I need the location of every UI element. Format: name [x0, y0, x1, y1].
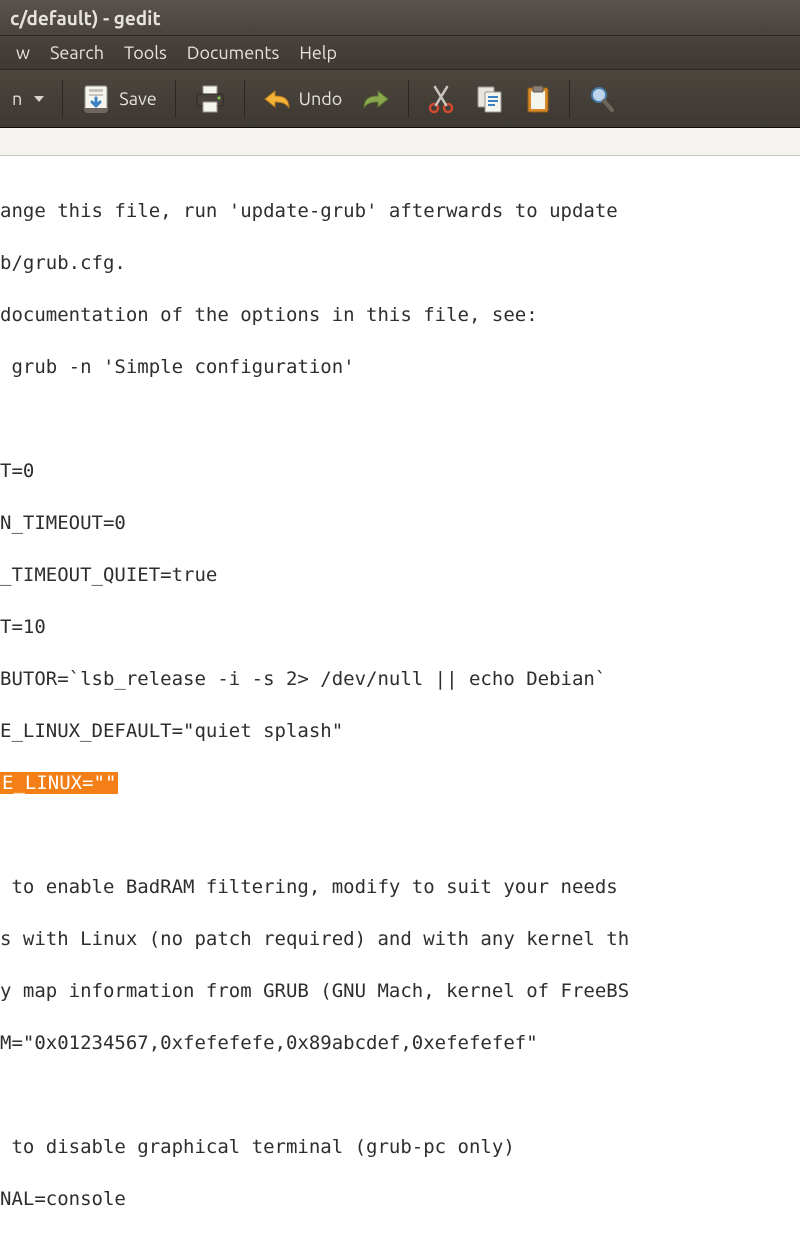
editor-line: to enable BadRAM filtering, modify to su… — [0, 876, 618, 898]
menu-item-search[interactable]: Search — [40, 39, 114, 67]
chevron-down-icon — [34, 96, 44, 102]
print-button[interactable] — [190, 78, 230, 120]
menu-item-tools[interactable]: Tools — [114, 39, 177, 67]
menu-item-help[interactable]: Help — [289, 39, 347, 67]
menu-item-view[interactable]: w — [6, 39, 40, 67]
editor-line: N_TIMEOUT=0 — [0, 512, 126, 534]
editor-line: b/grub.cfg. — [0, 252, 126, 274]
editor-line: T=0 — [0, 460, 34, 482]
editor-line: documentation of the options in this fil… — [0, 304, 538, 326]
save-icon — [81, 84, 111, 114]
redo-button[interactable] — [358, 82, 394, 116]
editor-line: M="0x01234567,0xfefefefe,0x89abcdef,0xef… — [0, 1032, 538, 1054]
toolbar-separator — [244, 80, 245, 118]
toolbar-separator — [175, 80, 176, 118]
scissors-icon — [427, 84, 455, 114]
editor-line: y map information from GRUB (GNU Mach, k… — [0, 980, 629, 1002]
editor-line: to disable graphical terminal (grub-pc o… — [0, 1136, 515, 1158]
save-button[interactable]: Save — [77, 78, 160, 120]
find-button[interactable] — [584, 78, 620, 120]
editor-line: NAL=console — [0, 1188, 126, 1210]
clipboard-icon — [525, 84, 551, 114]
search-icon — [588, 84, 616, 114]
editor-line: E_LINUX_DEFAULT="quiet splash" — [0, 720, 343, 742]
toolbar-separator — [569, 80, 570, 118]
menu-item-documents[interactable]: Documents — [177, 39, 290, 67]
undo-button[interactable]: Undo — [259, 82, 347, 116]
undo-label: Undo — [299, 89, 343, 109]
toolbar-separator — [408, 80, 409, 118]
open-label: n — [12, 89, 22, 109]
cut-button[interactable] — [423, 78, 459, 120]
toolbar: n Save Undo — [0, 70, 800, 128]
paste-button[interactable] — [521, 78, 555, 120]
window-titlebar: c/default) - gedit — [0, 0, 800, 36]
save-label: Save — [119, 89, 156, 109]
editor-line: ange this file, run 'update-grub' afterw… — [0, 200, 618, 222]
window-title: c/default) - gedit — [10, 7, 161, 29]
selection-highlight: E_LINUX="" — [0, 772, 118, 794]
copy-button[interactable] — [471, 78, 509, 120]
open-button[interactable]: n — [8, 83, 48, 115]
document-tabstrip[interactable] — [0, 128, 800, 156]
menubar: w Search Tools Documents Help — [0, 36, 800, 70]
toolbar-separator — [62, 80, 63, 118]
editor-line-highlighted: E_LINUX="" — [0, 772, 118, 794]
editor-line: grub -n 'Simple configuration' — [0, 356, 355, 378]
redo-arrow-icon — [362, 88, 390, 110]
editor-line: BUTOR=`lsb_release -i -s 2> /dev/null ||… — [0, 668, 606, 690]
editor-line: T=10 — [0, 616, 46, 638]
editor-line: s with Linux (no patch required) and wit… — [0, 928, 629, 950]
print-icon — [194, 84, 226, 114]
copy-icon — [475, 84, 505, 114]
undo-arrow-icon — [263, 88, 291, 110]
editor-content[interactable]: ange this file, run 'update-grub' afterw… — [0, 156, 800, 1238]
editor-line: _TIMEOUT_QUIET=true — [0, 564, 217, 586]
